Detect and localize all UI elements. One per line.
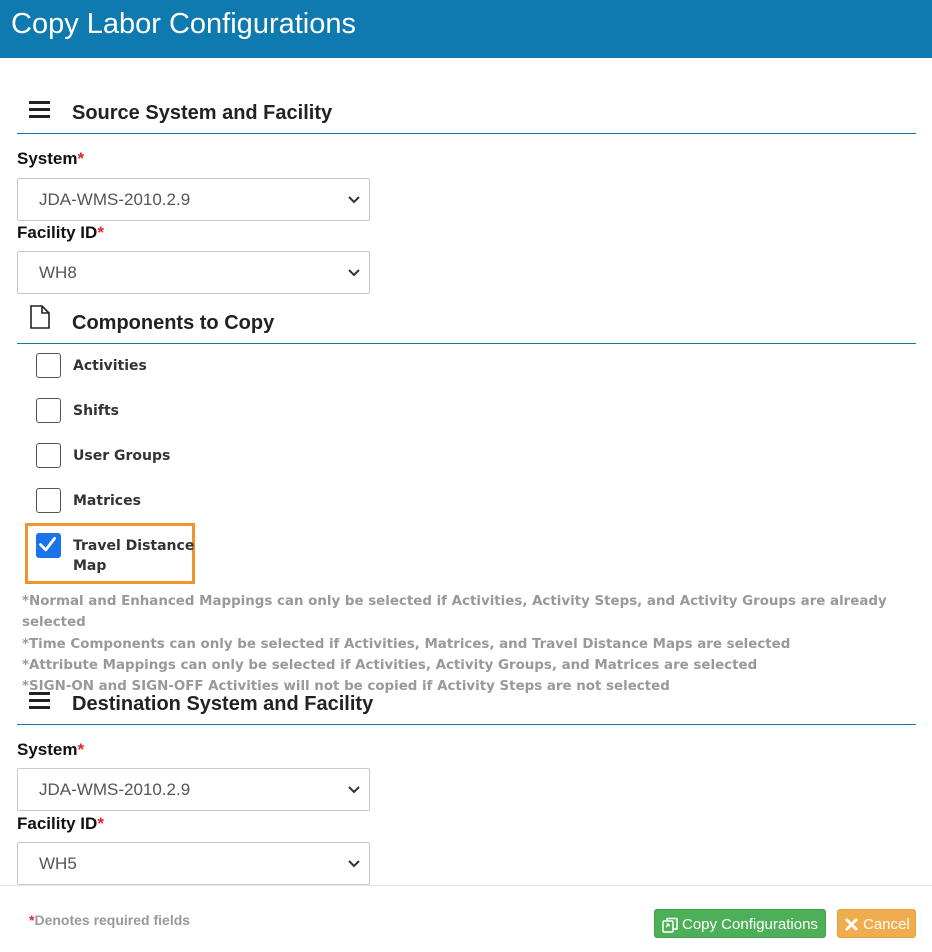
destination-system-label: System* <box>17 740 85 759</box>
copy-configurations-button[interactable]: Copy Configurations <box>654 909 826 938</box>
destination-system-value: JDA-WMS-2010.2.9 <box>39 780 191 799</box>
checkbox-label: Travel Distance <box>73 538 195 554</box>
destination-facility-label: Facility ID* <box>17 814 104 833</box>
components-section-title: Components to Copy <box>72 312 275 334</box>
checkbox-label: Activities <box>73 358 147 374</box>
copy-icon <box>662 917 678 933</box>
source-system-select[interactable]: JDA-WMS-2010.2.9 <box>17 178 370 221</box>
source-facility-label: Facility ID* <box>17 223 104 242</box>
cancel-button-label: Cancel <box>863 916 910 933</box>
checkbox-label: Shifts <box>73 403 119 419</box>
destination-section-title: Destination System and Facility <box>72 693 374 715</box>
note-line: *Normal and Enhanced Mappings can only b… <box>22 594 887 631</box>
copy-button-label: Copy Configurations <box>682 916 818 933</box>
required-marker: * <box>97 814 104 833</box>
chevron-down-icon <box>348 786 360 794</box>
source-system-value: JDA-WMS-2010.2.9 <box>39 190 191 209</box>
destination-facility-select[interactable]: WH5 <box>17 842 370 885</box>
destination-system-select[interactable]: JDA-WMS-2010.2.9 <box>17 768 370 811</box>
checkbox-box[interactable] <box>36 398 61 423</box>
required-marker: * <box>77 740 85 759</box>
chevron-down-icon <box>348 196 360 204</box>
destination-section-header: Destination System and Facility <box>17 685 916 725</box>
required-marker: * <box>97 223 104 242</box>
chevron-down-icon <box>348 269 360 277</box>
checkbox-label-line2: Map <box>73 558 107 574</box>
note-line: *Attribute Mappings can only be selected… <box>22 657 758 673</box>
required-fields-note: *Denotes required fields <box>29 912 191 928</box>
checkbox-label: Matrices <box>73 493 141 509</box>
destination-facility-value: WH5 <box>39 854 77 873</box>
hamburger-menu-icon <box>29 101 50 118</box>
chevron-down-icon <box>348 860 360 868</box>
dialog-footer: *Denotes required fields Copy Configurat… <box>0 885 932 952</box>
document-icon <box>30 305 50 329</box>
source-system-label: System* <box>17 149 85 168</box>
checkbox-box[interactable] <box>36 353 61 378</box>
source-section-header: Source System and Facility <box>17 94 916 134</box>
checkbox-label: User Groups <box>73 448 171 464</box>
checkbox-box[interactable] <box>36 488 61 513</box>
checkbox-box[interactable] <box>36 443 61 468</box>
component-notes: *Normal and Enhanced Mappings can only b… <box>22 591 932 697</box>
source-section-title: Source System and Facility <box>72 102 333 124</box>
cancel-button[interactable]: Cancel <box>837 909 916 938</box>
note-line: *Time Components can only be selected if… <box>22 636 791 652</box>
components-section-header: Components to Copy <box>17 304 916 344</box>
source-facility-value: WH8 <box>39 263 77 282</box>
check-icon <box>39 536 57 552</box>
required-marker: * <box>77 149 85 168</box>
checkbox-box[interactable] <box>36 533 61 558</box>
hamburger-menu-icon <box>29 692 50 709</box>
page-title: Copy Labor Configurations <box>11 8 356 40</box>
close-icon <box>845 918 858 931</box>
title-bar: Copy Labor Configurations <box>0 0 932 58</box>
source-facility-select[interactable]: WH8 <box>17 251 370 294</box>
